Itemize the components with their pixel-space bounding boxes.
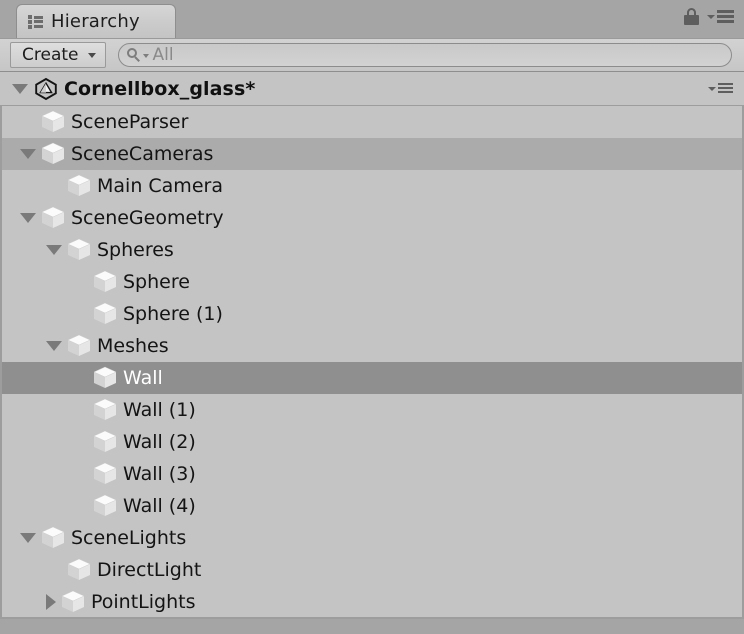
gameobject-cube-icon	[92, 398, 118, 422]
tree-row[interactable]: DirectLight	[2, 554, 742, 586]
create-button-label: Create	[22, 45, 79, 65]
tree-row-label: Sphere (1)	[123, 303, 223, 325]
search-placeholder: All	[152, 45, 174, 65]
scene-expand-triangle-icon[interactable]	[12, 83, 28, 94]
collapse-triangle-icon[interactable]	[46, 594, 56, 610]
tree-row[interactable]: Wall	[2, 362, 742, 394]
tree-row[interactable]: Main Camera	[2, 170, 742, 202]
unity-logo-icon	[34, 77, 58, 101]
tab-hierarchy-label: Hierarchy	[51, 11, 140, 32]
expand-triangle-icon[interactable]	[46, 341, 62, 351]
gameobject-cube-icon	[40, 142, 66, 166]
tree-row[interactable]: Spheres	[2, 234, 742, 266]
tree-row[interactable]: Wall (3)	[2, 458, 742, 490]
gameobject-cube-icon	[66, 558, 92, 582]
panel-controls	[684, 8, 734, 25]
gameobject-cube-icon	[66, 238, 92, 262]
toggle-placeholder	[72, 501, 88, 511]
toggle-placeholder	[72, 277, 88, 287]
tree-row[interactable]: SceneGeometry	[2, 202, 742, 234]
tree-row[interactable]: SceneLights	[2, 522, 742, 554]
gameobject-cube-icon	[92, 462, 118, 486]
lock-icon[interactable]	[684, 8, 699, 25]
toggle-placeholder	[72, 405, 88, 415]
tree-row-label: SceneParser	[71, 111, 189, 133]
gameobject-cube-icon	[92, 270, 118, 294]
chevron-down-icon	[87, 52, 96, 58]
tree-row[interactable]: SceneCameras	[2, 138, 742, 170]
gameobject-cube-icon	[92, 302, 118, 326]
tree-row[interactable]: Sphere	[2, 266, 742, 298]
tree-row-label: SceneLights	[71, 527, 187, 549]
gameobject-cube-icon	[92, 494, 118, 518]
tree-row-label: PointLights	[91, 591, 196, 613]
scene-header-row[interactable]: Cornellbox_glass*	[0, 72, 744, 106]
gameobject-cube-icon	[60, 590, 86, 614]
tree-row[interactable]: Meshes	[2, 330, 742, 362]
tree-row-label: Wall (4)	[123, 495, 196, 517]
hierarchy-toolbar: Create All	[0, 38, 744, 72]
tree-row-label: DirectLight	[97, 559, 202, 581]
toggle-placeholder	[72, 469, 88, 479]
tree-row-label: Main Camera	[97, 175, 223, 197]
tree-row[interactable]: Wall (2)	[2, 426, 742, 458]
search-filter-chevron-down-icon[interactable]	[142, 54, 149, 58]
expand-triangle-icon[interactable]	[20, 149, 36, 159]
tree-row-label: Wall (2)	[123, 431, 196, 453]
toggle-placeholder	[72, 373, 88, 383]
toggle-placeholder	[72, 437, 88, 447]
panel-bottom-chrome	[0, 619, 744, 634]
gameobject-cube-icon	[66, 174, 92, 198]
tree-row[interactable]: SceneParser	[2, 106, 742, 138]
tree-row-label: Spheres	[97, 239, 174, 261]
gameobject-cube-icon	[40, 526, 66, 550]
toggle-placeholder	[46, 565, 62, 575]
gameobject-cube-icon	[92, 430, 118, 454]
hamburger-menu-icon[interactable]	[707, 10, 734, 23]
tree-row[interactable]: Wall (4)	[2, 490, 742, 522]
gameobject-cube-icon	[40, 110, 66, 134]
expand-triangle-icon[interactable]	[20, 213, 36, 223]
toggle-placeholder	[72, 309, 88, 319]
search-input[interactable]: All	[117, 43, 732, 67]
tab-strip: Hierarchy	[0, 0, 744, 38]
scene-context-menu-icon[interactable]	[708, 82, 733, 94]
gameobject-cube-icon	[40, 206, 66, 230]
hierarchy-panel: Hierarchy Create All Cornellbox_glass* S…	[0, 0, 744, 634]
tree-row-label: Wall	[123, 367, 163, 389]
toggle-placeholder	[46, 181, 62, 191]
create-button[interactable]: Create	[10, 42, 106, 68]
tree-row-label: SceneCameras	[71, 143, 214, 165]
tree-row[interactable]: Wall (1)	[2, 394, 742, 426]
tree-row-label: Wall (1)	[123, 399, 196, 421]
gameobject-cube-icon	[92, 366, 118, 390]
list-tree-icon	[28, 15, 43, 29]
search-icon	[126, 47, 142, 63]
scene-name-label: Cornellbox_glass*	[64, 77, 256, 100]
expand-triangle-icon[interactable]	[20, 533, 36, 543]
tree-row-label: Wall (3)	[123, 463, 196, 485]
tree-row-label: Sphere	[123, 271, 190, 293]
expand-triangle-icon[interactable]	[46, 245, 62, 255]
tab-hierarchy[interactable]: Hierarchy	[16, 4, 176, 38]
tree-row-label: Meshes	[97, 335, 169, 357]
tree-row[interactable]: Sphere (1)	[2, 298, 742, 330]
tree-row-label: SceneGeometry	[71, 207, 224, 229]
tree-row[interactable]: PointLights	[2, 586, 742, 617]
gameobject-cube-icon	[66, 334, 92, 358]
toggle-placeholder	[20, 117, 36, 127]
hierarchy-tree[interactable]: SceneParser SceneCameras Main Camera SceneG…	[0, 106, 744, 619]
